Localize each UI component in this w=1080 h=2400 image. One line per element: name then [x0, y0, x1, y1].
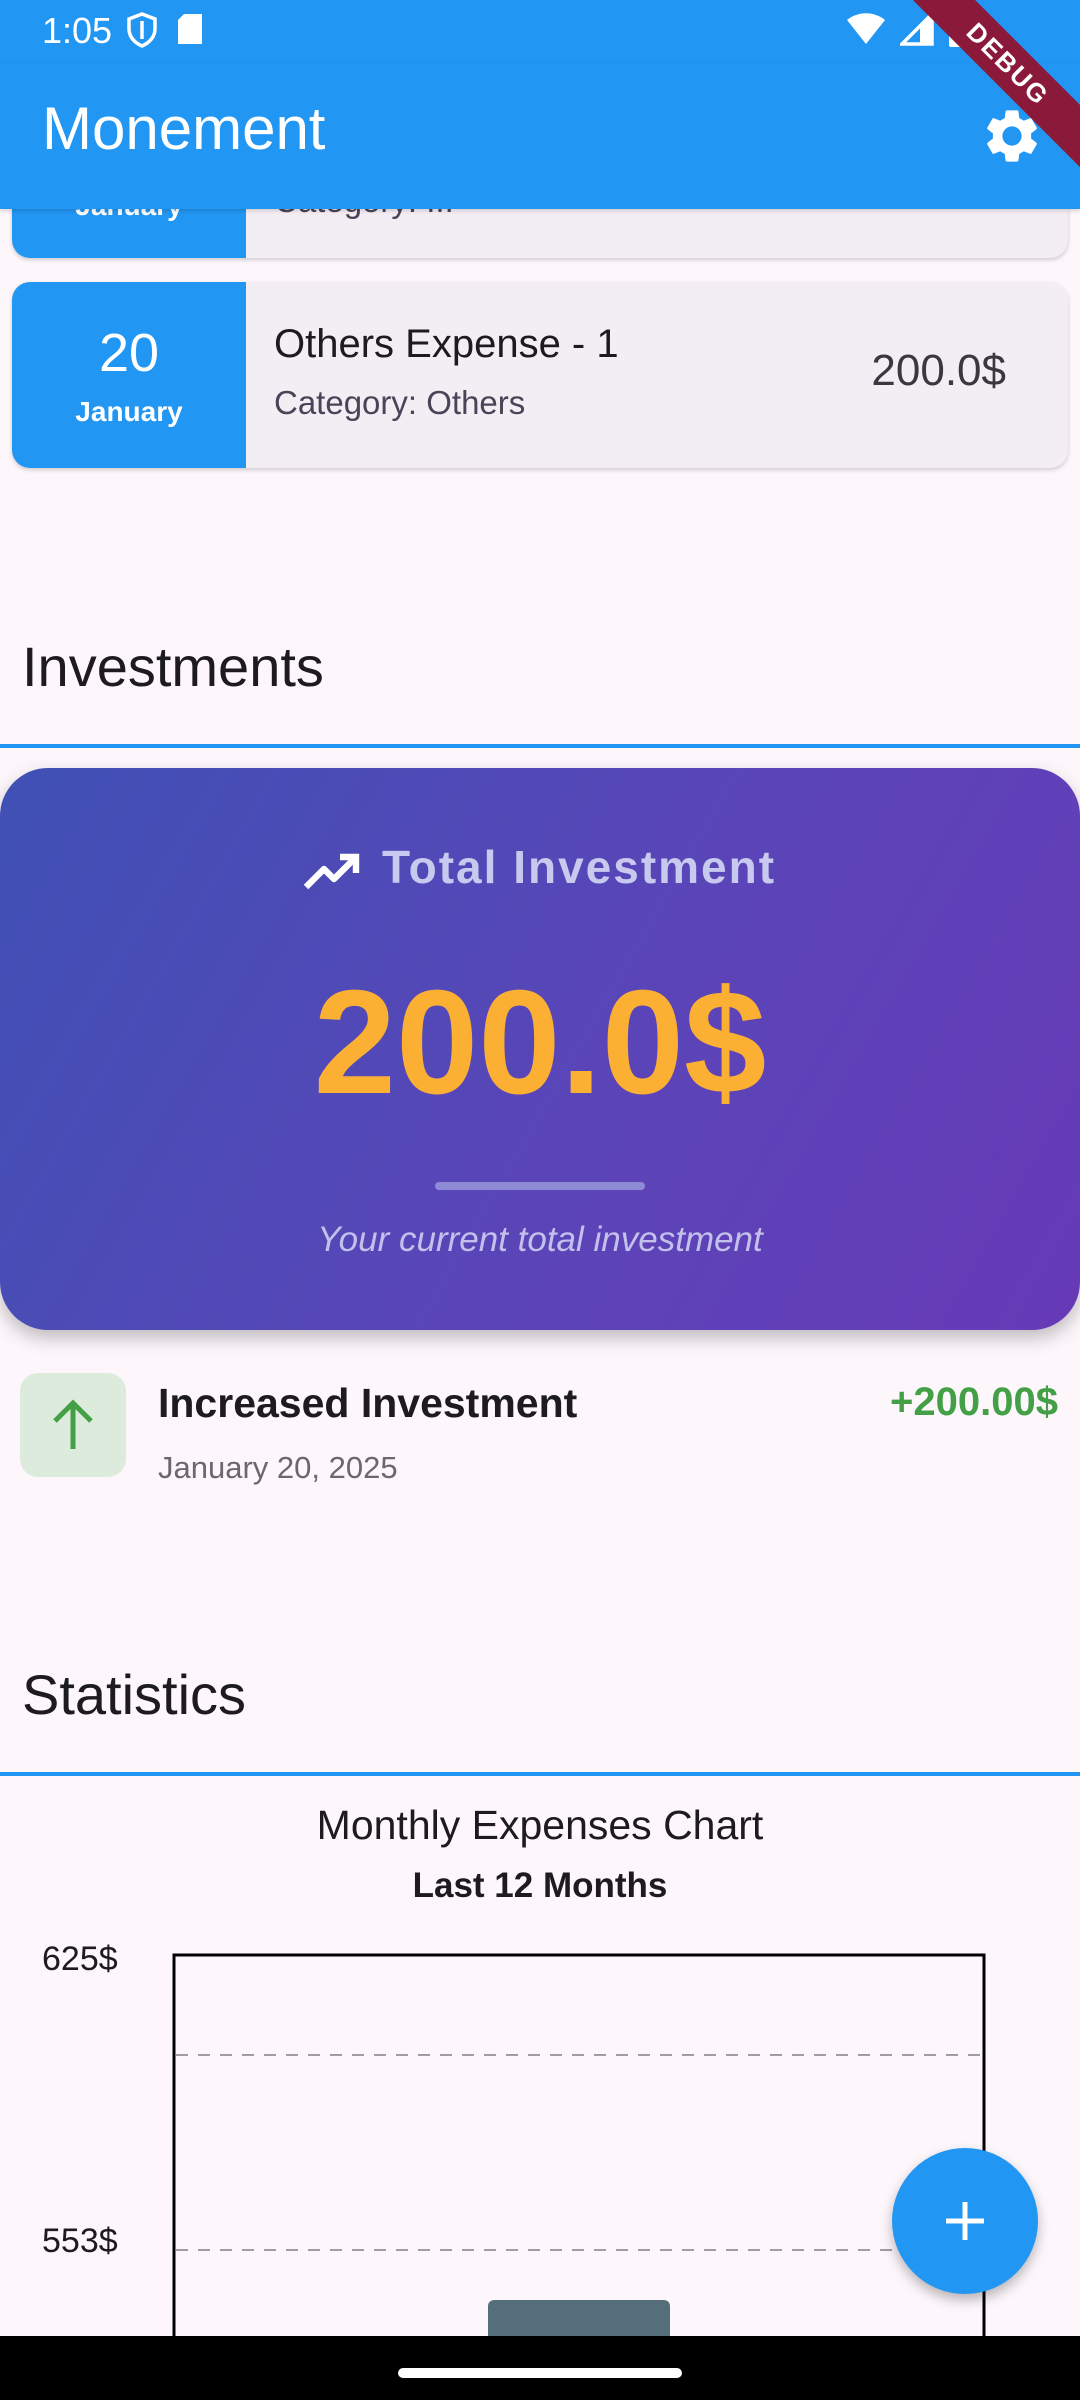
total-investment-card[interactable]: Total Investment 200.0$ Your current tot…	[0, 768, 1080, 1330]
transaction-date: January 20, 2025	[158, 1450, 398, 1485]
chart-plot-frame	[172, 1953, 986, 2336]
chart-subtitle: Last 12 Months	[412, 1866, 668, 1905]
expense-card[interactable]: 20 January Others Expense - 1 Category: …	[12, 282, 1068, 468]
arrow-up-icon	[53, 1399, 93, 1449]
shield-icon	[127, 12, 157, 48]
total-investment-amount: 200.0$	[313, 960, 767, 1125]
transaction-icon-box	[20, 1373, 126, 1477]
status-bar: 1:05	[0, 0, 1080, 64]
expense-amount: 200.0$	[871, 346, 1006, 395]
total-investment-note: Your current total investment	[317, 1220, 763, 1259]
investments-section-title: Investments	[22, 635, 324, 698]
wifi-icon	[847, 13, 885, 44]
expense-title: Others Expense - 1	[274, 322, 619, 366]
total-investment-label: Total Investment	[381, 841, 777, 893]
chart-tooltip	[488, 2300, 670, 2336]
sd-card-icon	[178, 14, 202, 44]
card-divider	[435, 1182, 645, 1190]
app-title: Monement	[42, 95, 326, 162]
y-tick-label: 553$	[42, 2222, 118, 2260]
home-gesture-handle[interactable]	[398, 2368, 682, 2378]
investment-transaction-row[interactable]: Increased Investment January 20, 2025 +2…	[0, 1360, 1080, 1500]
status-time: 1:05	[42, 10, 113, 51]
date-month: January	[75, 396, 183, 427]
section-divider	[0, 1772, 1080, 1776]
date-day: 20	[98, 323, 160, 383]
transaction-amount: +200.00$	[890, 1380, 1058, 1424]
transaction-title: Increased Investment	[158, 1380, 578, 1426]
section-divider	[0, 744, 1080, 748]
app-bar: Monement	[0, 64, 1080, 209]
statistics-section-title: Statistics	[22, 1663, 247, 1726]
expense-category: Category: Others	[274, 384, 526, 421]
signal-icon	[900, 12, 934, 46]
plus-icon	[946, 2202, 984, 2240]
total-investment-heading: Total Investment	[0, 840, 1080, 894]
navigation-bar	[0, 2336, 1080, 2400]
trending-up-icon	[303, 853, 360, 890]
chart-title: Monthly Expenses Chart	[316, 1802, 764, 1848]
date-box: 20 January	[12, 282, 246, 468]
add-fab-button[interactable]	[892, 2148, 1038, 2294]
y-tick-label: 625$	[42, 1940, 118, 1978]
